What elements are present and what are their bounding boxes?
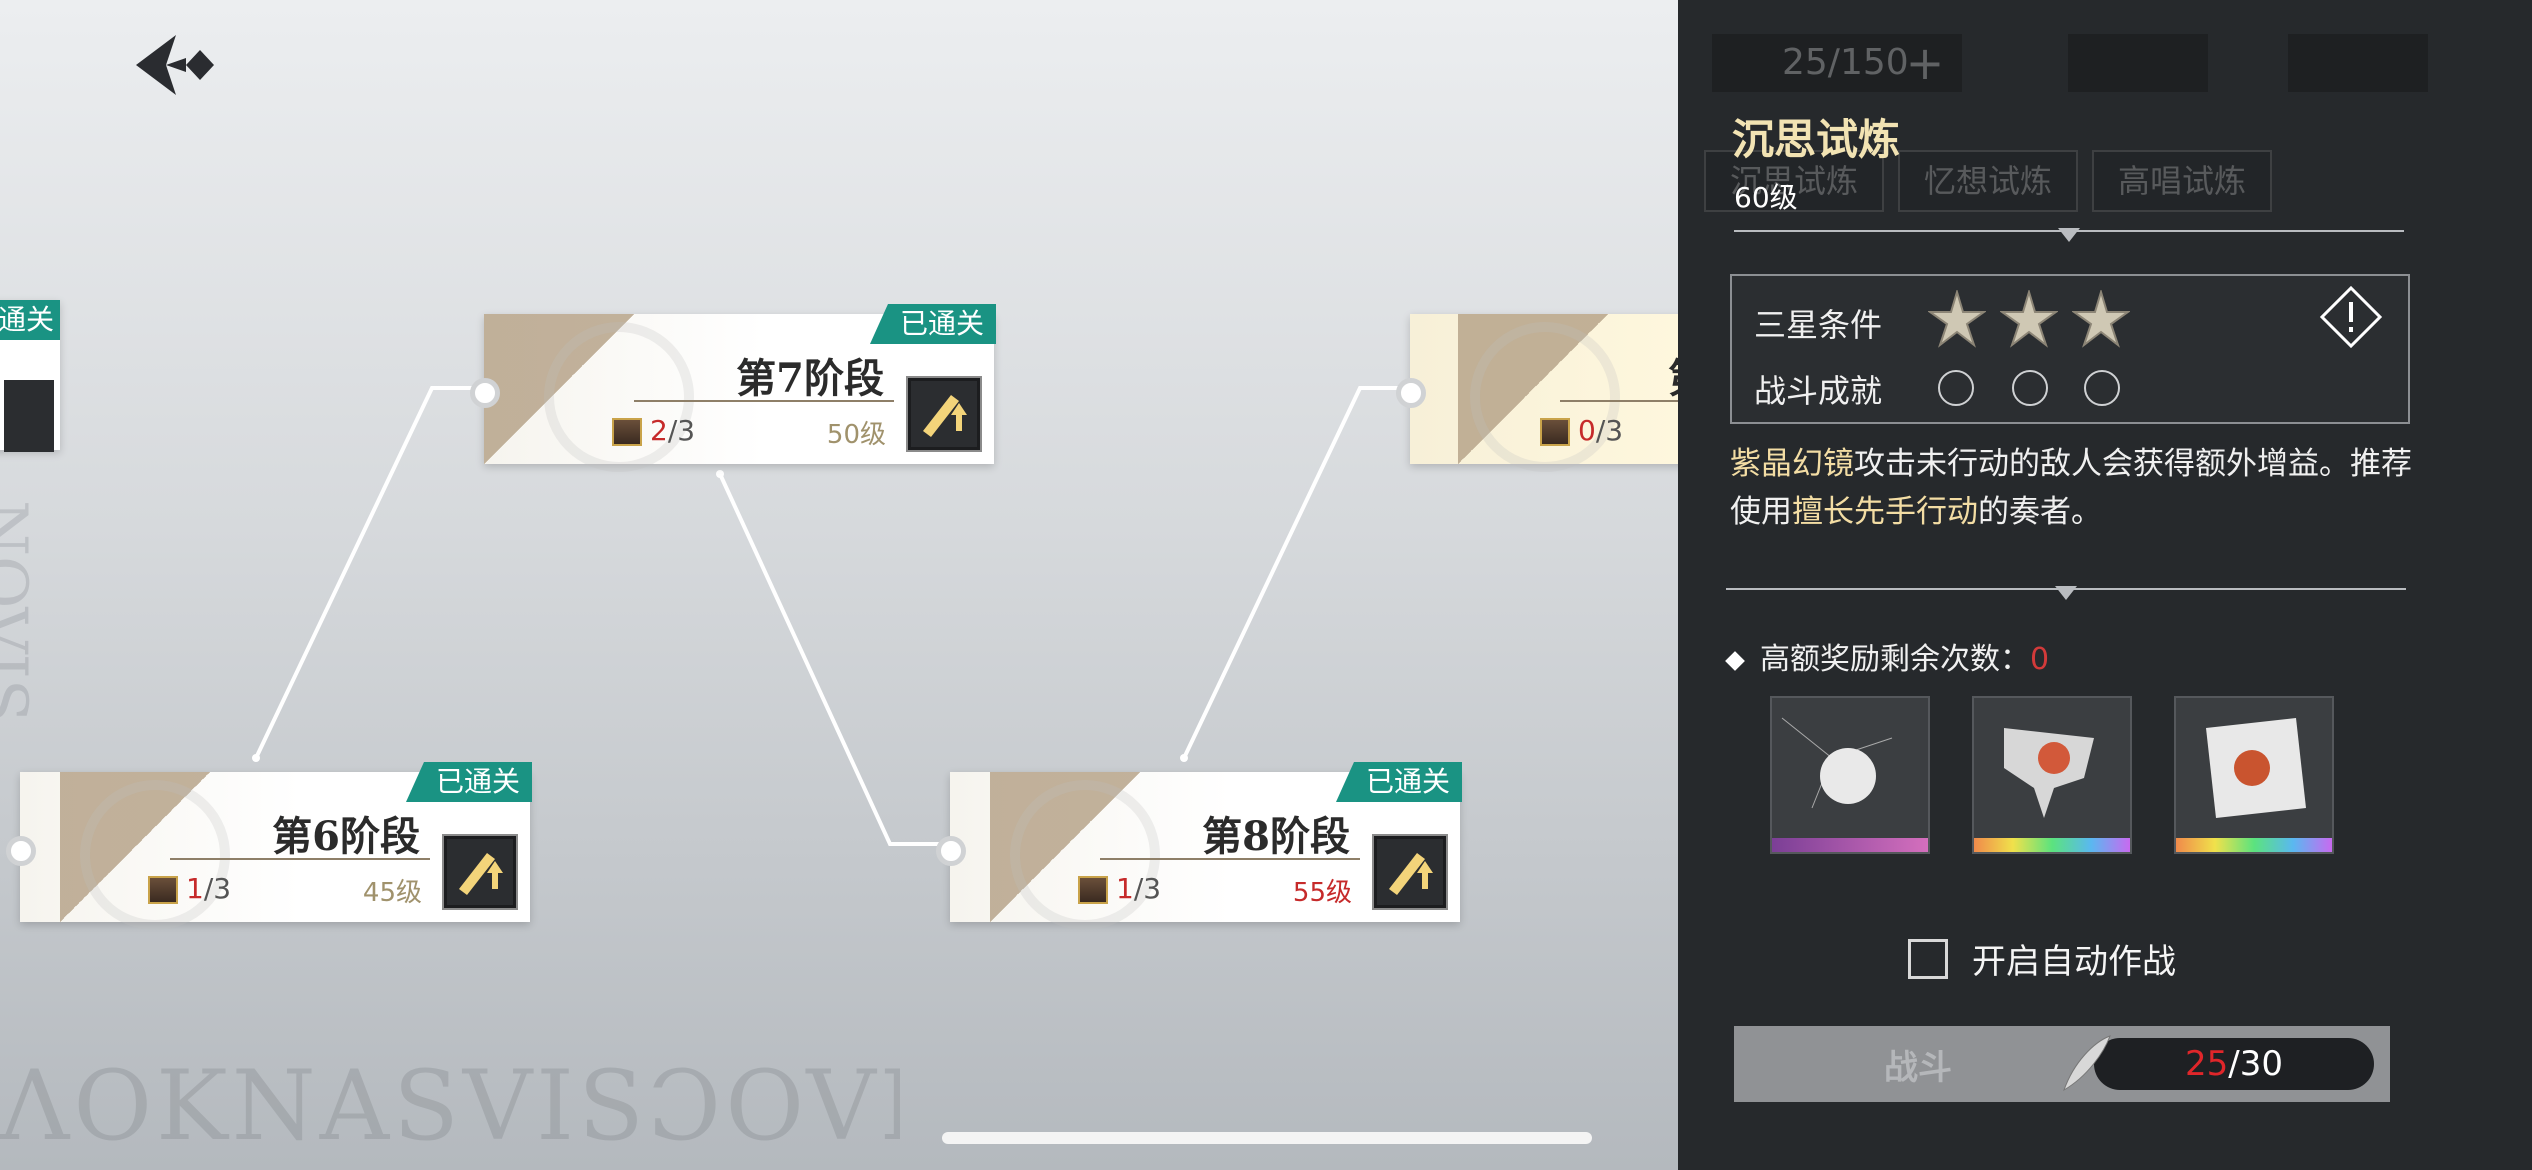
divider: [1726, 586, 2406, 600]
reward-item-1[interactable]: [1770, 696, 1930, 854]
chest-progress: 1/3: [1116, 872, 1162, 905]
info-icon[interactable]: [2320, 286, 2382, 348]
achievement-circle-icon: [2084, 370, 2120, 406]
three-star-label: 三星条件: [1754, 306, 1883, 344]
trial-detail-panel: 25/150 + 沉思试炼 忆想试炼 高唱试炼 沉思试炼 60级 三星条件 战斗…: [1678, 0, 2532, 1170]
cube-item-icon: [2206, 718, 2306, 818]
stage-node: [1396, 378, 1426, 408]
chest-progress: 2/3: [650, 414, 696, 447]
stage-card-5[interactable]: 通关: [0, 300, 60, 452]
tab-trial-3[interactable]: 高唱试炼: [2092, 150, 2272, 212]
stage-level: 50级: [826, 420, 886, 450]
reward-remaining: 高额奖励剩余次数：0: [1725, 634, 2049, 678]
stage-card-6[interactable]: 第6阶段 1/3 45级 已通关: [6, 762, 532, 930]
cleared-badge: 已通关: [869, 304, 996, 344]
stage-map: NOVIS ɅOKNASVISƆOVIS 通关 第7阶段 2/3 50级 已通关: [0, 0, 1680, 1170]
auto-battle-checkbox[interactable]: [1908, 938, 1948, 979]
cleared-badge: 通关: [0, 300, 60, 340]
stage-title: 第6阶段: [272, 813, 420, 860]
chest-icon: [148, 876, 178, 904]
stage-title: 第8阶段: [1202, 813, 1350, 860]
achievement-circle-icon: [1938, 370, 1974, 406]
menu-icon[interactable]: [2288, 34, 2428, 92]
cleared-badge: 已通关: [405, 762, 532, 802]
fight-button[interactable]: 战斗 25/30: [1734, 1026, 2390, 1102]
stage-card-7[interactable]: 第7阶段 2/3 50级 已通关: [470, 304, 996, 472]
divider: [1734, 228, 2404, 242]
trial-description: 紫晶幻镜攻击未行动的敌人会获得额外增益。推荐使用擅长先手行动的奏者。: [1730, 446, 2412, 530]
crystal-item-icon: [2004, 728, 2094, 818]
stage-node: [6, 836, 36, 866]
conditions-box: 三星条件 战斗成就: [1730, 274, 2410, 424]
home-icon[interactable]: [2068, 34, 2208, 92]
chest-progress: 1/3: [186, 872, 232, 905]
reward-item-3[interactable]: [2174, 696, 2334, 854]
chest-icon: [1078, 876, 1108, 904]
star-icon: [2072, 290, 2130, 348]
chest-progress: 0/3: [1578, 414, 1624, 447]
star-icon: [2000, 290, 2058, 348]
stage-title: 第7阶段: [736, 355, 884, 402]
tab-trial-2[interactable]: 忆想试炼: [1898, 150, 2078, 212]
chest-icon: [1540, 418, 1570, 446]
trial-title: 沉思试炼: [1732, 115, 1901, 164]
stamina-cost: 25/30: [2094, 1038, 2374, 1090]
add-stamina-button[interactable]: +: [1890, 34, 1960, 92]
sword-up-icon: [4, 380, 54, 452]
stage-node: [470, 378, 500, 408]
stage-level: 55级: [1292, 878, 1352, 908]
achievement-circle-icon: [2012, 370, 2048, 406]
fight-label: 战斗: [1884, 1048, 1952, 1088]
stage-card-8[interactable]: 第8阶段 1/3 55级 已通关: [936, 762, 1462, 930]
star-icon: [1928, 290, 1986, 348]
trial-level: 60级: [1734, 181, 1798, 214]
reward-item-2[interactable]: [1972, 696, 2132, 854]
battle-achievement-label: 战斗成就: [1754, 372, 1883, 410]
feather-icon: [2063, 1035, 2111, 1092]
cleared-badge: 已通关: [1335, 762, 1462, 802]
stage-connection-lines: [252, 386, 1410, 846]
stage-level: 45级: [362, 878, 422, 908]
stage-card-9[interactable]: 第9 0/3: [1396, 314, 1680, 472]
sword-up-icon: [906, 376, 982, 452]
orb-item-icon: [1781, 717, 1893, 809]
top-bar: 25/150 +: [1698, 0, 2498, 92]
home-indicator[interactable]: [942, 1132, 1592, 1144]
sword-up-icon: [442, 834, 518, 910]
chest-icon: [612, 418, 642, 446]
stage-node: [936, 836, 966, 866]
sword-up-icon: [1372, 834, 1448, 910]
auto-battle-label: 开启自动作战: [1972, 942, 2176, 982]
auto-battle-toggle[interactable]: 开启自动作战: [1908, 934, 2176, 983]
